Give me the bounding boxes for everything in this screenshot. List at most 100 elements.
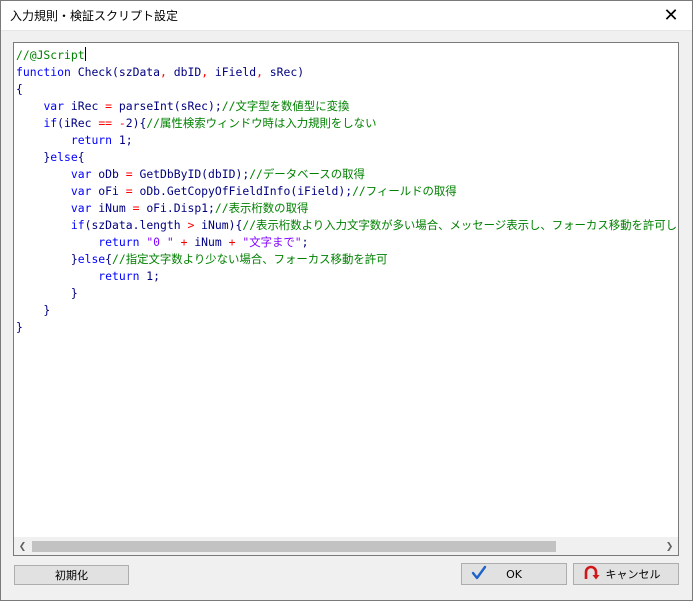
code-token: return [98, 235, 140, 249]
code-token: oDb [91, 167, 126, 181]
code-token: iNum [187, 235, 229, 249]
code-token: } [16, 286, 78, 300]
code-token: else [77, 252, 106, 266]
code-token: "文字まで" [242, 235, 302, 249]
code-token: = [125, 184, 133, 198]
code-line[interactable]: var oFi = oDb.GetCopyOfFieldInfo(iField)… [16, 183, 676, 200]
code-token: ; [301, 235, 309, 249]
script-editor[interactable]: //@JScript function Check(szData, dbID, i… [13, 42, 679, 556]
code-token: , [160, 65, 167, 79]
code-token: oFi.Disp1; [139, 201, 215, 215]
scrollbar-thumb[interactable] [32, 541, 556, 552]
code-line[interactable]: var oDb = GetDbByID(dbID);//データベースの取得 [16, 166, 676, 183]
code-token: oDb.GetCopyOfFieldInfo(iField); [132, 184, 353, 198]
undo-arrow-icon [584, 565, 600, 580]
code-line[interactable]: if(iRec == -2){//属性検索ウィンドウ時は入力規則をしない [16, 115, 676, 132]
code-token: } [16, 303, 51, 317]
horizontal-scrollbar[interactable]: ❮ ❯ [14, 537, 678, 555]
code-token: var [70, 167, 92, 181]
code-token: Check(szData [70, 65, 161, 79]
code-line[interactable]: var iNum = oFi.Disp1;//表示桁数の取得 [16, 200, 676, 217]
code-line[interactable]: return 1; [16, 268, 676, 285]
code-token: } [16, 320, 23, 334]
checkmark-icon [471, 565, 487, 580]
code-token: GetDbByID(dbID); [132, 167, 250, 181]
code-token: oFi [91, 184, 126, 198]
code-line[interactable]: }else{//指定文字数より少ない場合、フォーカス移動を許可 [16, 251, 676, 268]
code-token: return [70, 133, 113, 147]
code-line[interactable]: } [16, 319, 676, 336]
code-token: "0 " [146, 235, 174, 249]
code-token: iNum){ [194, 218, 243, 232]
scroll-right-arrow-icon[interactable]: ❯ [661, 538, 678, 555]
code-token: = [105, 99, 113, 113]
code-line[interactable]: return 1; [16, 132, 676, 149]
ok-button-label: OK [506, 567, 522, 581]
code-token: if [70, 218, 85, 232]
code-line[interactable]: function Check(szData, dbID, iField, sRe… [16, 64, 676, 81]
code-token: 1; [139, 269, 161, 283]
code-token: iRec [64, 99, 106, 113]
code-line[interactable]: return "0 " + iNum + "文字まで"; [16, 234, 676, 251]
code-token: if [43, 116, 58, 130]
code-token: return [98, 269, 140, 283]
close-icon[interactable]: ✕ [649, 0, 693, 30]
code-area[interactable]: //@JScript function Check(szData, dbID, i… [16, 47, 676, 537]
code-token: 1; [112, 133, 133, 147]
code-line[interactable]: } [16, 302, 676, 319]
initialize-button[interactable]: 初期化 [14, 565, 129, 585]
code-token: (iRec [57, 116, 99, 130]
code-token: //表示桁数より入力文字数が多い場合、メッセージ表示し、フォーカス移動を許可しな… [242, 218, 676, 232]
code-token: var [70, 201, 92, 215]
code-token: { [105, 252, 113, 266]
code-token: function [16, 65, 71, 79]
code-line[interactable]: } [16, 285, 676, 302]
initialize-button-label: 初期化 [55, 569, 88, 582]
code-token: //データベースの取得 [249, 167, 365, 181]
code-line[interactable]: }else{ [16, 149, 676, 166]
code-token: //表示桁数の取得 [214, 201, 309, 215]
text-caret [84, 47, 86, 61]
code-line[interactable]: var iRec = parseInt(sRec);//文字型を数値型に変換 [16, 98, 676, 115]
code-token: iNum [91, 201, 133, 215]
code-token: else [50, 150, 78, 164]
code-token: var [43, 99, 65, 113]
code-line[interactable]: if(szData.length > iNum){//表示桁数より入力文字数が多… [16, 217, 676, 234]
code-token: //指定文字数より少ない場合、フォーカス移動を許可 [112, 252, 388, 266]
code-line[interactable]: { [16, 81, 676, 98]
code-token: //@JScript [16, 48, 85, 62]
ok-button[interactable]: OK [461, 563, 567, 585]
code-token: dbID [166, 65, 202, 79]
code-token: var [70, 184, 92, 198]
scroll-left-arrow-icon[interactable]: ❮ [14, 538, 31, 555]
code-token: //フィールドの取得 [352, 184, 457, 198]
code-token: iField [208, 65, 257, 79]
window-title: 入力規則・検証スクリプト設定 [10, 9, 179, 23]
code-token: { [77, 150, 85, 164]
code-token: , [256, 65, 263, 79]
code-token: sRec) [262, 65, 305, 79]
code-token: //文字型を数値型に変換 [221, 99, 350, 113]
code-token: } [16, 252, 78, 266]
cancel-button-label: キャンセル [605, 568, 661, 581]
code-token: = [125, 167, 133, 181]
code-token: } [16, 150, 51, 164]
code-line[interactable]: //@JScript [16, 47, 676, 64]
code-token: == [98, 116, 113, 130]
title-bar: 入力規則・検証スクリプト設定 ✕ [0, 0, 693, 31]
code-token: //属性検索ウィンドウ時は入力規則をしない [146, 116, 377, 130]
code-token: 2){ [125, 116, 147, 130]
code-token: (szData.length [84, 218, 188, 232]
code-token: { [16, 82, 23, 96]
cancel-button[interactable]: キャンセル [573, 563, 679, 585]
